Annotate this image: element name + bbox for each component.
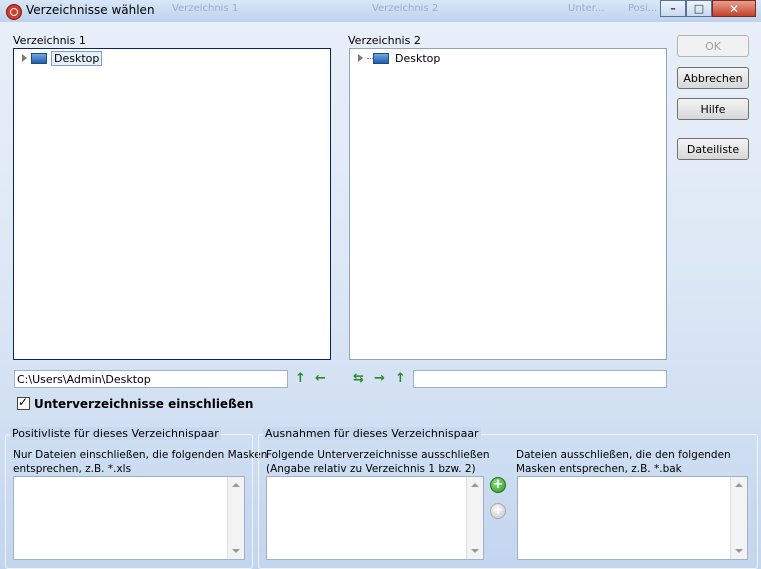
background-title: Verzeichnis 2	[372, 3, 439, 14]
positive-mask-list[interactable]	[13, 476, 245, 560]
filelist-button[interactable]: Dateiliste	[677, 138, 749, 160]
expand-arrow-icon[interactable]	[22, 54, 27, 62]
exceptions-legend: Ausnahmen für dieses Verzeichnispaar	[263, 427, 481, 440]
close-icon: ✕	[728, 2, 740, 16]
arrow-left-icon[interactable]: ←	[315, 372, 326, 386]
swap-arrows-icon[interactable]: ⇆	[353, 372, 364, 386]
exclude-subdirs-description: (Angabe relativ zu Verzeichnis 1 bzw. 2)	[266, 463, 476, 475]
positive-list-legend: Positivliste für dieses Verzeichnispaar	[10, 427, 221, 440]
window-controls: – □ ✕	[660, 0, 756, 18]
exclude-files-list[interactable]	[517, 476, 748, 560]
scroll-up-icon[interactable]	[735, 483, 743, 487]
desktop-icon	[373, 52, 389, 64]
scroll-up-icon[interactable]	[232, 483, 240, 487]
dir1-tree[interactable]: Desktop	[13, 48, 331, 360]
dir2-tree[interactable]: Desktop	[349, 48, 667, 360]
exclude-files-description: Dateien ausschließen, die den folgenden	[516, 449, 731, 461]
scroll-down-icon[interactable]	[735, 549, 743, 553]
background-title: Unter...	[568, 3, 605, 14]
maximize-button[interactable]: □	[686, 0, 712, 17]
include-subdirs-label[interactable]: Unterverzeichnisse einschließen	[34, 397, 253, 411]
exclude-subdirs-description: Folgende Unterverzeichnisse ausschließen	[266, 449, 490, 461]
arrow-up-icon[interactable]: ↑	[295, 372, 306, 386]
remove-button[interactable]: +	[490, 503, 506, 519]
dir1-label: Verzeichnis 1	[13, 34, 86, 47]
cancel-button[interactable]: Abbrechen	[677, 67, 749, 89]
scroll-down-icon[interactable]	[471, 549, 479, 553]
positive-list-description: entsprechen, z.B. *.xls	[13, 463, 132, 475]
scrollbar[interactable]	[227, 477, 244, 559]
title-bar[interactable]: Verzeichnisse wählen Verzeichnis 1 Verze…	[0, 0, 761, 22]
expand-arrow-icon[interactable]	[358, 54, 363, 62]
app-icon[interactable]	[6, 4, 22, 20]
background-title: Verzeichnis 1	[172, 3, 239, 14]
help-button[interactable]: Hilfe	[677, 98, 749, 120]
dialog-content: Verzeichnis 1 Desktop Verzeichnis 2 Desk…	[0, 22, 761, 569]
minimize-icon: –	[670, 2, 676, 15]
exclude-subdirs-list[interactable]	[266, 476, 484, 560]
tree-node-desktop[interactable]: Desktop	[358, 51, 442, 65]
close-button[interactable]: ✕	[712, 0, 756, 17]
ok-button[interactable]: OK	[677, 35, 749, 57]
add-icon: +	[492, 477, 504, 492]
maximize-icon: □	[693, 2, 705, 15]
scroll-down-icon[interactable]	[232, 549, 240, 553]
include-subdirs-checkbox[interactable]: ✓	[17, 395, 30, 410]
dir1-path-input[interactable]	[14, 370, 288, 388]
tree-node-label[interactable]: Desktop	[393, 52, 442, 65]
minimize-button[interactable]: –	[660, 0, 686, 17]
arrow-up-icon[interactable]: ↑	[395, 372, 406, 386]
tree-node-label[interactable]: Desktop	[51, 50, 103, 66]
dialog-window: Verzeichnisse wählen Verzeichnis 1 Verze…	[0, 0, 761, 569]
desktop-icon	[31, 52, 47, 64]
dir2-path-input[interactable]	[413, 370, 667, 388]
scroll-up-icon[interactable]	[471, 483, 479, 487]
remove-icon: +	[492, 503, 504, 518]
check-icon: ✓	[18, 395, 29, 409]
scrollbar[interactable]	[466, 477, 483, 559]
scrollbar[interactable]	[730, 477, 747, 559]
tree-node-desktop[interactable]: Desktop	[22, 50, 103, 66]
background-title: Posi...	[628, 3, 658, 14]
arrow-right-icon[interactable]: →	[374, 372, 385, 386]
exclude-files-description: Masken entsprechen, z.B. *.bak	[516, 463, 682, 475]
add-button[interactable]: +	[490, 477, 506, 493]
dir2-label: Verzeichnis 2	[348, 34, 421, 47]
positive-list-description: Nur Dateien einschließen, die folgenden …	[13, 449, 268, 461]
window-title: Verzeichnisse wählen	[26, 3, 155, 17]
